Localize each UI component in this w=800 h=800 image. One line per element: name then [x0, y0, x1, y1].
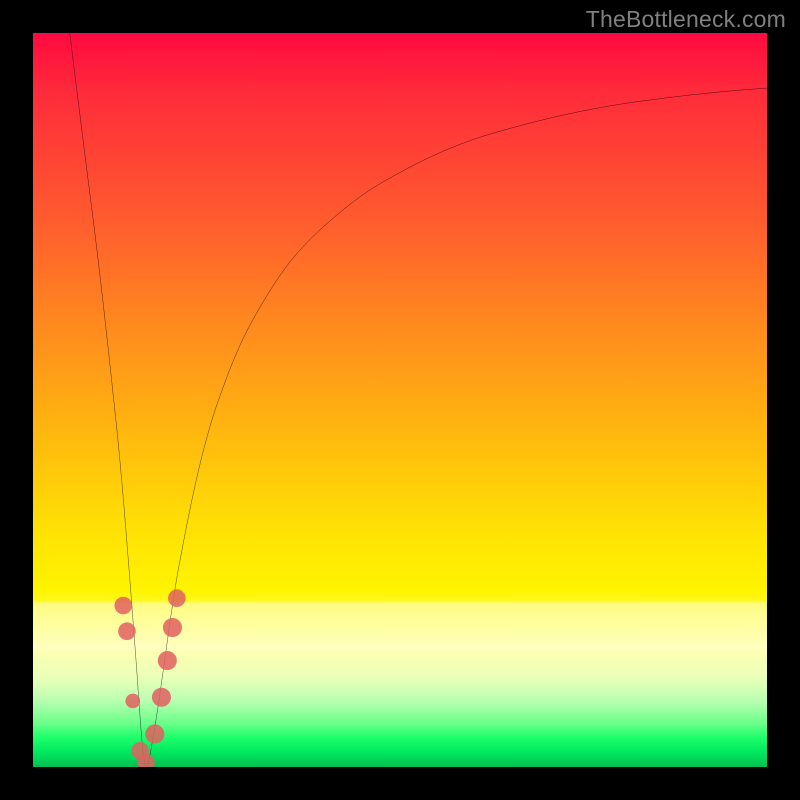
- curve-marker: [163, 618, 182, 637]
- curve-marker: [168, 589, 186, 607]
- curve-marker: [145, 724, 164, 743]
- chart-frame: TheBottleneck.com: [0, 0, 800, 800]
- curve-marker: [114, 597, 132, 615]
- curve-marker: [125, 694, 140, 709]
- curve-marker: [118, 622, 136, 640]
- watermark-text: TheBottleneck.com: [586, 6, 786, 33]
- curve-markers: [114, 589, 185, 767]
- plot-area: [33, 33, 767, 767]
- curve-marker: [152, 688, 171, 707]
- chart-svg: [33, 33, 767, 767]
- curve-marker: [158, 651, 177, 670]
